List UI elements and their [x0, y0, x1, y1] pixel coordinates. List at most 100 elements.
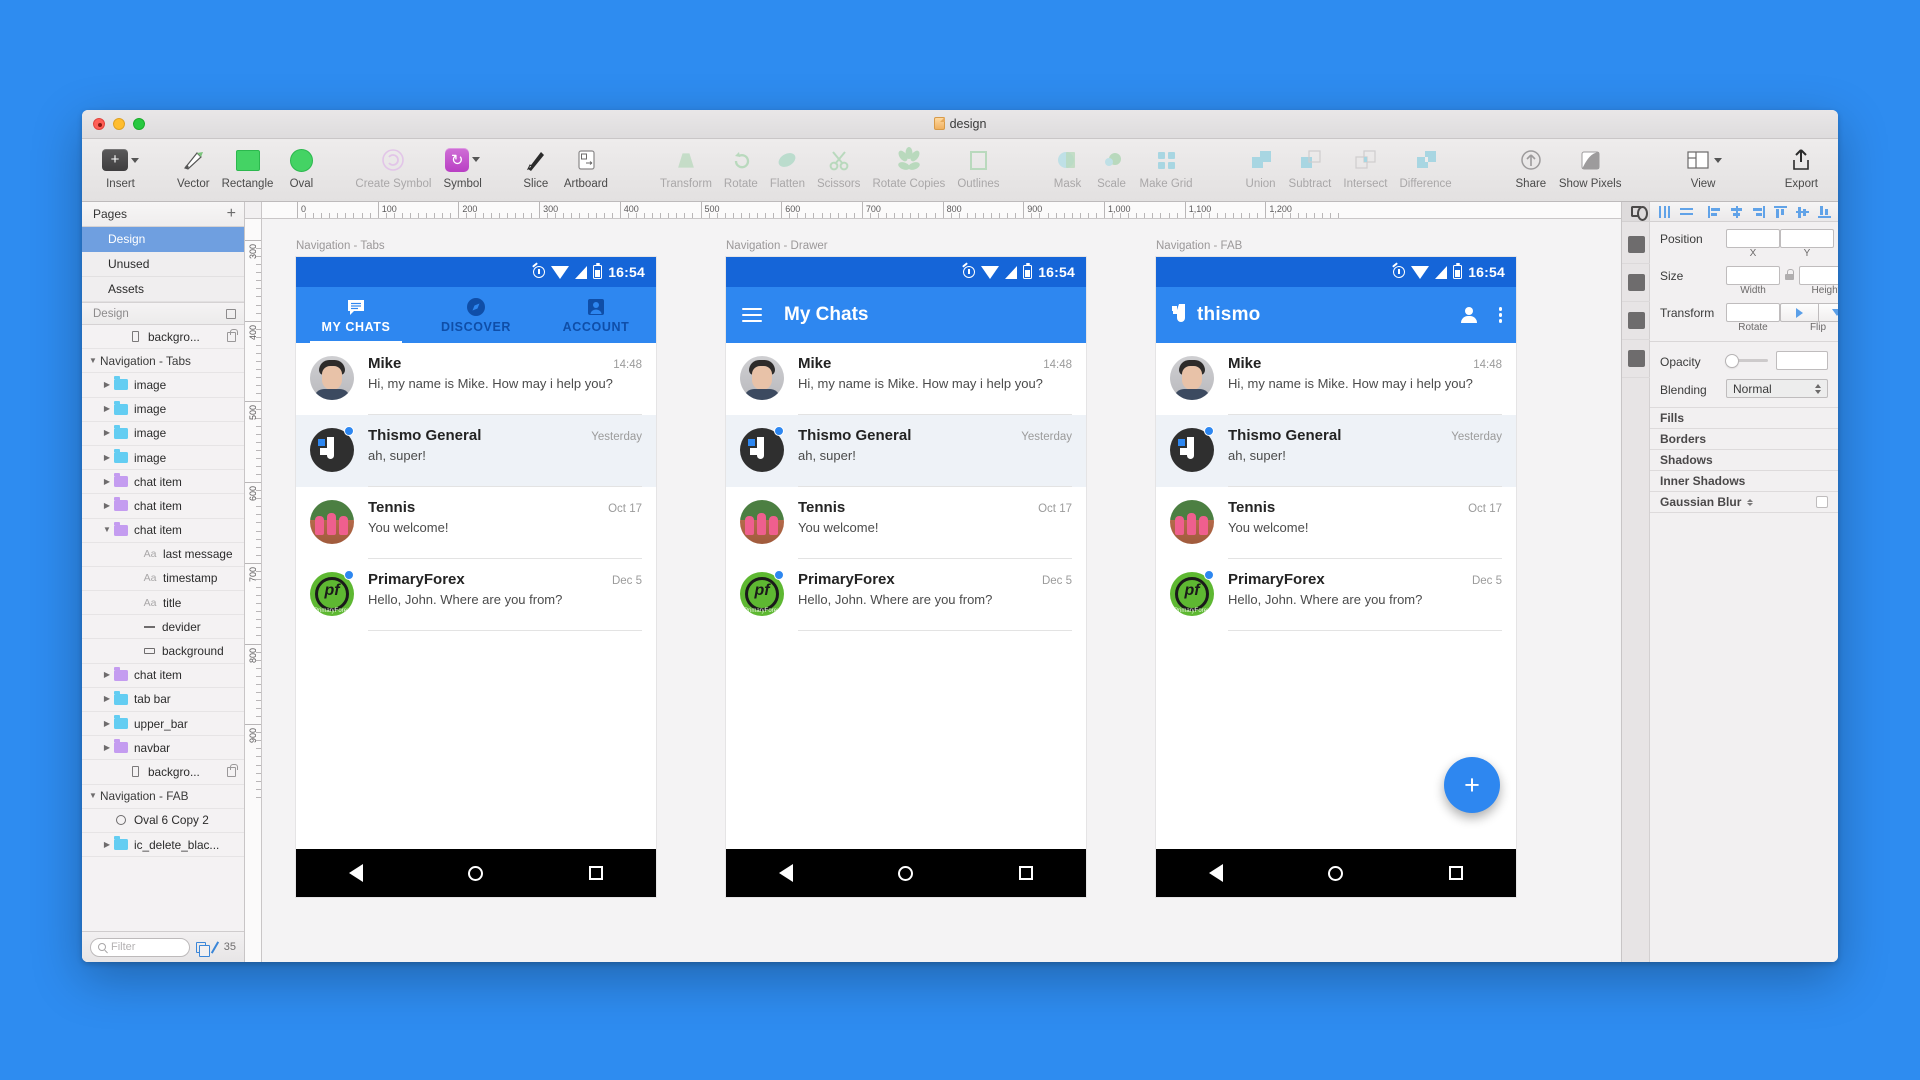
layer-row[interactable]: ▼ Navigation - FAB [82, 785, 244, 809]
lock-proportions-icon[interactable] [1785, 269, 1794, 280]
disclosure-right-icon[interactable]: ▶ [100, 719, 114, 728]
inspector-tab-text[interactable] [1622, 302, 1650, 340]
align-top-icon[interactable] [1774, 205, 1787, 218]
flip-horizontal-button[interactable] [1780, 303, 1818, 322]
section-inner-shadows[interactable]: Inner Shadows [1650, 470, 1838, 492]
chat-list-item[interactable]: Tennis Oct 17 You welcome! [1156, 487, 1516, 559]
lock-icon[interactable] [227, 763, 238, 777]
position-x-input[interactable] [1726, 229, 1780, 248]
artboard-fab[interactable]: 16:54 thismo Mike 14:48 Hi, my name is M… [1156, 257, 1516, 897]
back-icon[interactable] [778, 864, 793, 882]
layer-row[interactable]: Oval 6 Copy 2 [82, 809, 244, 833]
chat-list-item[interactable]: Thismo General Yesterday ah, super! [1156, 415, 1516, 487]
align-middle-icon[interactable] [1796, 206, 1809, 218]
align-right-icon[interactable] [1752, 205, 1765, 218]
disclosure-down-icon[interactable]: ▼ [100, 526, 114, 534]
blending-select[interactable]: Normal [1726, 379, 1828, 398]
align-center-icon[interactable] [1730, 205, 1743, 218]
toolbar-rotate-copies-icon[interactable]: Rotate Copies [866, 145, 951, 190]
section-shadows[interactable]: Shadows [1650, 449, 1838, 471]
align-horizontal-centers-icon[interactable] [1658, 205, 1671, 218]
horizontal-ruler[interactable]: 0 100 200 300 400 500 600 700 800 900 1,000 1,100 1,… [262, 202, 1621, 219]
artboard-label[interactable]: Navigation - FAB [1156, 240, 1242, 252]
recents-icon[interactable] [1449, 866, 1464, 880]
person-icon[interactable] [1460, 307, 1477, 323]
rotate-input[interactable] [1726, 303, 1780, 322]
layer-row[interactable]: ▶ image [82, 446, 244, 471]
layer-tools[interactable]: 35 [195, 941, 236, 957]
overflow-menu-icon[interactable] [1498, 307, 1502, 323]
chat-list-item[interactable]: Thismo General Yesterday ah, super! [296, 415, 656, 487]
toolbar-plus-square-icon[interactable]: + Insert [96, 145, 145, 190]
disclosure-right-icon[interactable]: ▶ [100, 477, 114, 486]
hamburger-icon[interactable] [742, 308, 762, 322]
tab-my-chats[interactable]: MY CHATS [296, 287, 416, 343]
chat-list-item[interactable]: pf PrimaryForex PrimaryForex Dec 5 Hello,… [296, 559, 656, 631]
chat-list-item[interactable]: Mike 14:48 Hi, my name is Mike. How may … [1156, 343, 1516, 415]
disclosure-down-icon[interactable]: ▼ [86, 356, 100, 365]
inspector-tab-symbols[interactable] [1622, 264, 1650, 302]
disclosure-right-icon[interactable]: ▶ [100, 671, 114, 679]
layer-row[interactable]: backgro... [82, 760, 244, 785]
layer-row[interactable]: Aa timestamp [82, 567, 244, 592]
layer-row[interactable]: ▶ chat item [82, 664, 244, 688]
toolbar-mask-icon[interactable]: Mask [1046, 145, 1090, 190]
disclosure-right-icon[interactable]: ▶ [100, 380, 114, 389]
layer-row[interactable]: backgro... [82, 325, 244, 350]
toolbar-show-pixels-icon[interactable]: Show Pixels [1553, 145, 1628, 190]
disclosure-right-icon[interactable]: ▶ [100, 453, 114, 462]
toolbar-export-icon[interactable]: Export [1779, 145, 1824, 190]
disclosure-right-icon[interactable]: ▶ [100, 501, 114, 510]
toolbar-intersect-icon[interactable]: Intersect [1337, 145, 1393, 190]
toolbar-transform-icon[interactable]: Transform [654, 145, 718, 190]
opacity-input[interactable] [1776, 351, 1828, 370]
recents-icon[interactable] [589, 866, 604, 880]
toolbar-subtract-icon[interactable]: Subtract [1283, 145, 1338, 190]
section-gaussian-blur[interactable]: Gaussian Blur [1650, 491, 1838, 513]
toolbar-artboard-icon[interactable]: Artboard [558, 145, 614, 190]
align-left-icon[interactable] [1708, 205, 1721, 218]
chat-list-item[interactable]: Tennis Oct 17 You welcome! [296, 487, 656, 559]
opacity-slider[interactable] [1726, 354, 1768, 367]
disclosure-right-icon[interactable]: ▶ [100, 743, 114, 752]
lock-icon[interactable] [227, 328, 238, 342]
page-item-design[interactable]: Design [82, 227, 244, 252]
toggle-inspector-button[interactable] [1622, 202, 1650, 221]
layer-row[interactable]: ▶ image [82, 373, 244, 398]
toolbar-view-icon[interactable]: View [1679, 145, 1728, 190]
add-page-button[interactable]: + [227, 206, 236, 222]
section-fills[interactable]: Fills [1650, 407, 1838, 429]
chat-list-item[interactable]: Mike 14:48 Hi, my name is Mike. How may … [726, 343, 1086, 415]
home-icon[interactable] [898, 865, 914, 881]
inspector-tab-appearance[interactable] [1622, 226, 1650, 264]
chat-list-item[interactable]: pf PrimaryForex PrimaryForex Dec 5 Hello,… [1156, 559, 1516, 631]
artboard-tabs[interactable]: 16:54 MY CHATS DISCOVER ACCOUNT Mike 14:… [296, 257, 656, 897]
layer-row[interactable]: ▼ chat item [82, 519, 244, 543]
home-icon[interactable] [1328, 865, 1344, 881]
toolbar-make-grid-icon[interactable]: Make Grid [1134, 145, 1199, 190]
toolbar-scissors-icon[interactable]: Scissors [811, 145, 866, 190]
layer-row[interactable]: devider [82, 615, 244, 640]
height-input[interactable] [1799, 266, 1838, 285]
toolbar-oval-icon[interactable]: Oval [279, 145, 323, 190]
toolbar-flatten-icon[interactable]: Flatten [764, 145, 811, 190]
chevron-updown-icon[interactable] [1747, 498, 1754, 506]
layer-row[interactable]: ▶ tab bar [82, 688, 244, 712]
layer-row[interactable]: ▶ chat item [82, 470, 244, 495]
layer-row[interactable]: ▼ Navigation - Tabs [82, 349, 244, 374]
page-item-unused[interactable]: Unused [82, 252, 244, 277]
distribute-horizontally-icon[interactable] [1680, 206, 1693, 218]
vertical-ruler[interactable]: 300 400 500 600 700 800 900 [245, 219, 262, 962]
disclosure-down-icon[interactable]: ▼ [86, 792, 100, 800]
disclosure-right-icon[interactable]: ▶ [100, 695, 114, 703]
back-icon[interactable] [348, 864, 363, 882]
home-icon[interactable] [468, 865, 484, 881]
layer-row[interactable]: ▶ navbar [82, 736, 244, 761]
tab-account[interactable]: ACCOUNT [536, 287, 656, 343]
toolbar-rectangle-icon[interactable]: Rectangle [216, 145, 280, 190]
layer-row[interactable]: ▶ image [82, 422, 244, 446]
floating-action-button[interactable]: + [1444, 757, 1500, 813]
toolbar-slice-icon[interactable]: Slice [514, 145, 558, 190]
design-canvas[interactable]: Navigation - Tabs 16:54 MY CHATS DISCOVE… [262, 219, 1621, 962]
width-input[interactable] [1726, 266, 1780, 285]
